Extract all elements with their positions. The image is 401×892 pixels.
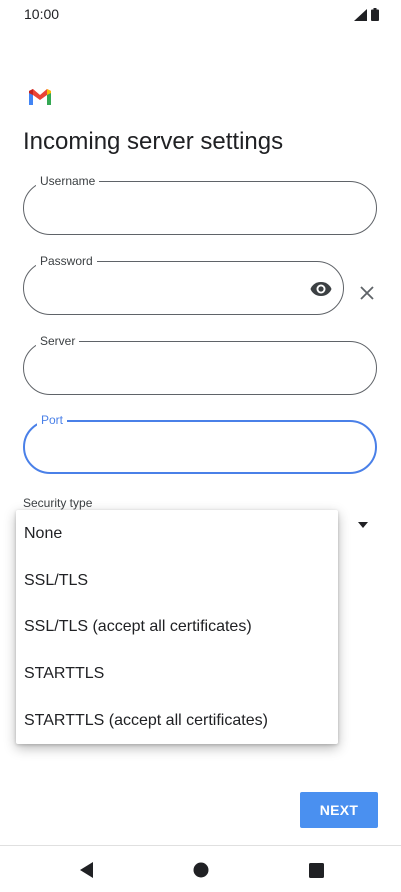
show-password-button[interactable] [309, 277, 333, 301]
menu-item-ssl-tls[interactable]: SSL/TLS [16, 558, 338, 605]
server-field[interactable]: Server [23, 333, 377, 395]
port-label: Port [37, 412, 68, 428]
next-button[interactable]: NEXT [300, 792, 378, 828]
server-label: Server [36, 333, 80, 349]
menu-item-ssl-tls-accept-all[interactable]: SSL/TLS (accept all certificates) [16, 604, 338, 651]
username-label: Username [36, 173, 100, 189]
password-input[interactable] [40, 276, 296, 300]
password-field[interactable]: Password [23, 253, 344, 315]
server-input[interactable] [40, 356, 322, 380]
eye-icon [310, 282, 332, 296]
security-type-menu: None SSL/TLS SSL/TLS (accept all certifi… [16, 510, 338, 744]
port-field[interactable]: Port [23, 412, 377, 474]
battery-icon [371, 8, 379, 21]
dropdown-arrow-icon[interactable] [356, 520, 370, 530]
navigation-bar [0, 846, 401, 892]
home-icon [193, 862, 209, 878]
menu-item-starttls[interactable]: STARTTLS [16, 651, 338, 698]
username-field[interactable]: Username [23, 173, 377, 235]
signal-icon [354, 8, 367, 21]
home-button[interactable] [190, 859, 212, 881]
username-input[interactable] [40, 196, 322, 220]
recents-icon [308, 862, 324, 878]
recents-button[interactable] [305, 859, 327, 881]
clear-password-button[interactable] [356, 282, 378, 304]
back-icon [80, 862, 93, 878]
gmail-logo [29, 89, 51, 105]
close-icon [360, 286, 374, 300]
menu-item-none[interactable]: None [16, 511, 338, 558]
page-title: Incoming server settings [23, 128, 284, 155]
password-label: Password [36, 253, 97, 269]
status-time: 10:00 [24, 6, 60, 22]
back-button[interactable] [76, 859, 98, 881]
status-icons [354, 8, 379, 21]
menu-item-starttls-accept-all[interactable]: STARTTLS (accept all certificates) [16, 697, 338, 744]
port-input[interactable] [41, 436, 321, 460]
security-type-label: Security type [23, 496, 93, 510]
status-bar: 10:00 [0, 0, 401, 30]
